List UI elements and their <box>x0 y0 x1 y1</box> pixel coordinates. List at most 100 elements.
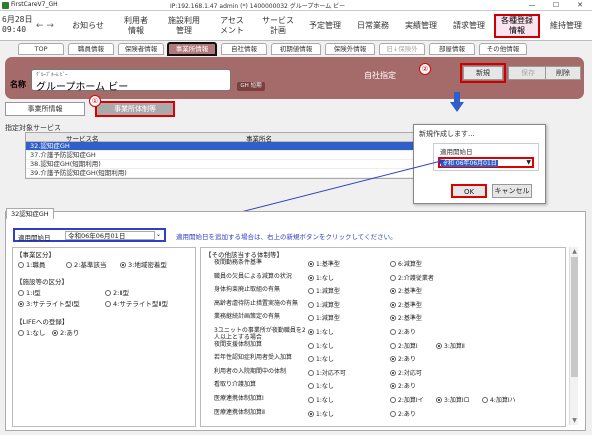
app-icon <box>2 2 9 9</box>
subtab-office-info[interactable]: 事業所情報 <box>5 102 85 116</box>
chevron-down-icon: ▼ <box>526 159 531 166</box>
other-row-radio[interactable]: 1:なし <box>308 327 334 336</box>
maximize-button[interactable]: ☐ <box>544 0 568 11</box>
other-row-label: 看取り介護加算 <box>214 381 257 389</box>
tab-rooms[interactable]: 部屋情報 <box>429 43 475 55</box>
other-row-radio[interactable]: 2:対応可 <box>390 368 422 377</box>
other-row-radio[interactable]: 1:なし <box>308 381 334 390</box>
scroll-down-icon[interactable]: ▼ <box>570 416 579 425</box>
other-row-radio[interactable]: 2:あり <box>390 354 416 363</box>
other-row-radio[interactable]: 1:減算型 <box>308 313 340 322</box>
radio-region-3[interactable]: 3:地域密着型 <box>120 259 167 269</box>
other-row-radio[interactable]: 1:なし <box>308 409 334 418</box>
col-office-name: 事業所名 <box>246 135 272 143</box>
service-table-header: サービス名 事業所名 <box>26 133 414 143</box>
other-title: 【その他該当する体制等】 <box>205 251 283 259</box>
other-row-radio[interactable]: 1:減算型 <box>308 300 340 309</box>
save-button[interactable]: 保存 <box>508 66 548 80</box>
nav-record-mgmt[interactable]: 実績管理 <box>398 14 444 38</box>
dialog-date-select[interactable]: 令和 06年06月01日 ▼ <box>438 157 534 168</box>
chevron-down-icon: ⌄ <box>155 231 161 238</box>
tab-company[interactable]: 自社情報 <box>221 43 267 55</box>
radio-facility-3[interactable]: 3:サテライト型Ⅰ型 <box>18 298 80 308</box>
nav-assessment[interactable]: アセス メント <box>210 14 254 38</box>
tab-staff[interactable]: 職員情報 <box>68 43 114 55</box>
forward-arrow-icon[interactable]: → <box>46 21 54 31</box>
other-row-radio[interactable]: 2:加算Ⅰイ <box>390 395 424 404</box>
other-row-radio[interactable]: 2:あり <box>390 327 416 336</box>
other-row-radio[interactable]: 2:基準型 <box>390 300 422 309</box>
subtab-office-system[interactable]: 事業所体制等 <box>95 101 175 117</box>
tab-initial-values[interactable]: 初期値情報 <box>271 43 321 55</box>
radio-life-1[interactable]: 1:なし <box>18 327 45 337</box>
back-arrow-icon[interactable]: ← <box>36 21 44 31</box>
other-row-radio[interactable]: 3:加算Ⅱ <box>436 341 465 350</box>
nav-billing[interactable]: 請求管理 <box>446 14 492 38</box>
close-button[interactable]: ✕ <box>568 0 592 11</box>
nav-registration-info[interactable]: 各種登録 情報 <box>494 14 540 38</box>
other-row-radio[interactable]: 1:基準型 <box>308 259 340 268</box>
life-title: 【LIFEへの登録】 <box>16 318 69 326</box>
tab-office-info[interactable]: 事業所情報 <box>167 42 217 56</box>
sub-tab-bar: TOP 職員情報 保険者情報 事業所情報 自社情報 初期値情報 保険外情報 旧↓… <box>0 42 592 56</box>
minimize-button[interactable]: — <box>520 0 544 11</box>
nav-facility-usage[interactable]: 施設利用 管理 <box>160 14 208 38</box>
scroll-up-icon[interactable]: ▲ <box>570 247 579 256</box>
nav-daily-work[interactable]: 日常業務 <box>350 14 396 38</box>
nav-service-plan[interactable]: サービス 計画 <box>256 14 300 38</box>
radio-facility-1[interactable]: 1:Ⅰ型 <box>18 287 41 297</box>
tab-non-insurance[interactable]: 保険外情報 <box>325 43 375 55</box>
other-row-radio[interactable]: 1:なし <box>308 395 334 404</box>
other-row-label: 夜間勤務条件基準 <box>214 259 263 266</box>
other-row-radio[interactable]: 2:基準型 <box>390 313 422 322</box>
own-company-label: 自社指定 <box>364 71 396 80</box>
other-row-label: 業務継続計画策定の有無 <box>214 313 281 321</box>
cancel-button[interactable]: キャンセル <box>492 184 532 198</box>
other-row-radio[interactable]: 1:対応不可 <box>308 368 346 377</box>
other-row-radio[interactable]: 1:なし <box>308 273 334 282</box>
other-row-label: 医療連携体制加算Ⅰ <box>214 395 264 402</box>
annotation-2: ② <box>419 63 431 75</box>
tab-old-non-insurance[interactable]: 旧↓保険外 <box>379 43 425 55</box>
start-date-value: 令和06年06月01日 <box>65 231 155 240</box>
radio-region-1[interactable]: 1:職員 <box>18 259 45 269</box>
tab-insurer[interactable]: 保険者情報 <box>118 43 164 55</box>
main-navigation: 6月28日 09:40 ← → お知らせ 利用者 情報 施設利用 管理 アセス … <box>0 11 592 41</box>
other-row-radio[interactable]: 1:なし <box>308 354 334 363</box>
start-date-label: 適用開始日 <box>18 234 51 242</box>
new-button[interactable]: 新規 <box>460 63 506 83</box>
facility-kana: ｸﾞﾙｰﾌﾟﾎｰﾑ ﾋﾞｰ <box>36 72 68 78</box>
other-row-radio[interactable]: 1:減算型 <box>308 286 340 295</box>
delete-button[interactable]: 削除 <box>545 66 581 80</box>
radio-region-2[interactable]: 2:基準該当 <box>66 259 106 269</box>
left-options-box <box>12 247 196 427</box>
other-row-radio[interactable]: 2:基準型 <box>390 286 422 295</box>
radio-facility-2[interactable]: 2:Ⅱ型 <box>105 287 129 297</box>
nav-notice[interactable]: お知らせ <box>64 14 112 38</box>
app-name: FirstCareV7_GH <box>11 1 58 8</box>
nav-user-info[interactable]: 利用者 情報 <box>114 14 158 38</box>
other-row-radio[interactable]: 2:介護従業者 <box>390 273 434 282</box>
other-row-radio[interactable]: 1:なし <box>308 341 334 350</box>
nav-schedule[interactable]: 予定管理 <box>302 14 348 38</box>
detail-tab[interactable]: 32認知症GH <box>6 208 54 219</box>
facility-header: 名称 ｸﾞﾙｰﾌﾟﾎｰﾑ ﾋﾞｰ グループホーム ビー GH 短期 自社指定 新… <box>5 57 584 99</box>
radio-facility-4[interactable]: 4:サテライト型Ⅱ型 <box>105 298 168 308</box>
other-row-radio[interactable]: 3:加算Ⅰロ <box>436 395 470 404</box>
nav-maintenance[interactable]: 維持管理 <box>542 14 590 38</box>
tab-top[interactable]: TOP <box>18 43 64 55</box>
other-row-radio[interactable]: 4:加算Ⅰハ <box>482 395 516 404</box>
title-bar: FirstCareV7_GH IP:192.168.1.47 admin (*)… <box>0 0 592 11</box>
other-row-radio[interactable]: 6:減算型 <box>390 259 422 268</box>
ok-button[interactable]: OK <box>451 184 487 198</box>
history-nav: ← → <box>36 21 54 31</box>
radio-life-2[interactable]: 2:あり <box>52 327 79 337</box>
other-row-radio[interactable]: 2:加算Ⅰ <box>390 341 418 350</box>
scrollbar[interactable]: ▲ ▼ <box>569 247 578 425</box>
other-row-radio[interactable]: 2:あり <box>390 381 416 390</box>
tab-other[interactable]: その他情報 <box>479 43 527 55</box>
facility-name: グループホーム ビー <box>36 82 129 93</box>
scroll-thumb[interactable] <box>571 257 578 377</box>
other-row-radio[interactable]: 2:あり <box>390 409 416 418</box>
start-date-select[interactable]: 適用開始日 令和06年06月01日 ⌄ <box>13 228 166 242</box>
